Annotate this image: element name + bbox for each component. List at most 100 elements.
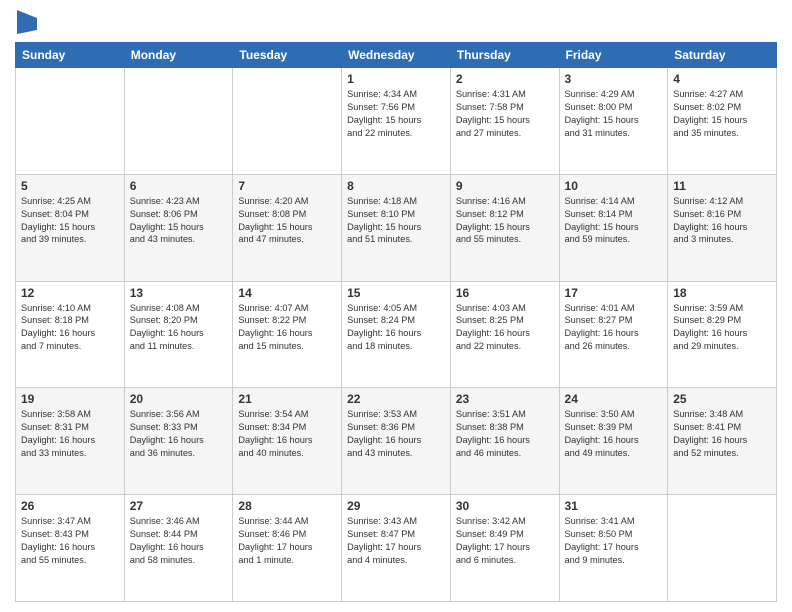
day-number: 29 [347, 499, 445, 513]
calendar-cell: 16 Sunrise: 4:03 AM Sunset: 8:25 PM Dayli… [450, 281, 559, 388]
header [15, 10, 777, 34]
calendar-header-row: SundayMondayTuesdayWednesdayThursdayFrid… [16, 43, 777, 68]
calendar-cell: 15 Sunrise: 4:05 AM Sunset: 8:24 PM Dayli… [342, 281, 451, 388]
day-number: 12 [21, 286, 119, 300]
day-info: Sunrise: 4:20 AM Sunset: 8:08 PM Dayligh… [238, 195, 336, 247]
day-info: Sunrise: 4:05 AM Sunset: 8:24 PM Dayligh… [347, 302, 445, 354]
day-info: Sunrise: 4:27 AM Sunset: 8:02 PM Dayligh… [673, 88, 771, 140]
day-number: 16 [456, 286, 554, 300]
day-number: 20 [130, 392, 228, 406]
calendar-cell: 14 Sunrise: 4:07 AM Sunset: 8:22 PM Dayli… [233, 281, 342, 388]
calendar-cell: 18 Sunrise: 3:59 AM Sunset: 8:29 PM Dayli… [668, 281, 777, 388]
calendar-cell: 3 Sunrise: 4:29 AM Sunset: 8:00 PM Daylig… [559, 68, 668, 175]
calendar-week-3: 12 Sunrise: 4:10 AM Sunset: 8:18 PM Dayli… [16, 281, 777, 388]
day-info: Sunrise: 4:25 AM Sunset: 8:04 PM Dayligh… [21, 195, 119, 247]
day-header-tuesday: Tuesday [233, 43, 342, 68]
calendar-cell [668, 495, 777, 602]
calendar-cell [16, 68, 125, 175]
calendar-cell: 29 Sunrise: 3:43 AM Sunset: 8:47 PM Dayli… [342, 495, 451, 602]
day-info: Sunrise: 4:23 AM Sunset: 8:06 PM Dayligh… [130, 195, 228, 247]
day-info: Sunrise: 3:59 AM Sunset: 8:29 PM Dayligh… [673, 302, 771, 354]
day-info: Sunrise: 3:47 AM Sunset: 8:43 PM Dayligh… [21, 515, 119, 567]
calendar-cell: 22 Sunrise: 3:53 AM Sunset: 8:36 PM Dayli… [342, 388, 451, 495]
calendar-cell: 7 Sunrise: 4:20 AM Sunset: 8:08 PM Daylig… [233, 174, 342, 281]
calendar-cell: 23 Sunrise: 3:51 AM Sunset: 8:38 PM Dayli… [450, 388, 559, 495]
day-info: Sunrise: 4:07 AM Sunset: 8:22 PM Dayligh… [238, 302, 336, 354]
day-number: 6 [130, 179, 228, 193]
calendar-cell: 20 Sunrise: 3:56 AM Sunset: 8:33 PM Dayli… [124, 388, 233, 495]
day-number: 1 [347, 72, 445, 86]
day-info: Sunrise: 4:18 AM Sunset: 8:10 PM Dayligh… [347, 195, 445, 247]
day-info: Sunrise: 4:10 AM Sunset: 8:18 PM Dayligh… [21, 302, 119, 354]
day-info: Sunrise: 3:53 AM Sunset: 8:36 PM Dayligh… [347, 408, 445, 460]
day-number: 24 [565, 392, 663, 406]
day-info: Sunrise: 3:51 AM Sunset: 8:38 PM Dayligh… [456, 408, 554, 460]
day-info: Sunrise: 4:03 AM Sunset: 8:25 PM Dayligh… [456, 302, 554, 354]
day-number: 3 [565, 72, 663, 86]
day-number: 25 [673, 392, 771, 406]
day-info: Sunrise: 3:41 AM Sunset: 8:50 PM Dayligh… [565, 515, 663, 567]
calendar-cell: 31Sunrise: 3:41 AM Sunset: 8:50 PM Dayli… [559, 495, 668, 602]
day-info: Sunrise: 4:16 AM Sunset: 8:12 PM Dayligh… [456, 195, 554, 247]
day-info: Sunrise: 3:50 AM Sunset: 8:39 PM Dayligh… [565, 408, 663, 460]
day-number: 18 [673, 286, 771, 300]
day-info: Sunrise: 4:08 AM Sunset: 8:20 PM Dayligh… [130, 302, 228, 354]
calendar-week-4: 19 Sunrise: 3:58 AM Sunset: 8:31 PM Dayli… [16, 388, 777, 495]
calendar-week-5: 26 Sunrise: 3:47 AM Sunset: 8:43 PM Dayli… [16, 495, 777, 602]
day-header-saturday: Saturday [668, 43, 777, 68]
day-number: 23 [456, 392, 554, 406]
day-number: 14 [238, 286, 336, 300]
day-info: Sunrise: 4:01 AM Sunset: 8:27 PM Dayligh… [565, 302, 663, 354]
calendar-cell: 8 Sunrise: 4:18 AM Sunset: 8:10 PM Daylig… [342, 174, 451, 281]
day-number: 8 [347, 179, 445, 193]
calendar-week-1: 1 Sunrise: 4:34 AM Sunset: 7:56 PM Daylig… [16, 68, 777, 175]
day-number: 9 [456, 179, 554, 193]
calendar-cell: 25Sunrise: 3:48 AM Sunset: 8:41 PM Dayli… [668, 388, 777, 495]
calendar-cell: 4 Sunrise: 4:27 AM Sunset: 8:02 PM Daylig… [668, 68, 777, 175]
logo-icon [17, 10, 37, 34]
calendar-cell: 6 Sunrise: 4:23 AM Sunset: 8:06 PM Daylig… [124, 174, 233, 281]
day-info: Sunrise: 3:44 AM Sunset: 8:46 PM Dayligh… [238, 515, 336, 567]
day-info: Sunrise: 4:14 AM Sunset: 8:14 PM Dayligh… [565, 195, 663, 247]
calendar-cell: 12 Sunrise: 4:10 AM Sunset: 8:18 PM Dayli… [16, 281, 125, 388]
calendar-week-2: 5 Sunrise: 4:25 AM Sunset: 8:04 PM Daylig… [16, 174, 777, 281]
day-number: 17 [565, 286, 663, 300]
calendar-table: SundayMondayTuesdayWednesdayThursdayFrid… [15, 42, 777, 602]
calendar-cell: 5 Sunrise: 4:25 AM Sunset: 8:04 PM Daylig… [16, 174, 125, 281]
day-number: 4 [673, 72, 771, 86]
day-info: Sunrise: 3:43 AM Sunset: 8:47 PM Dayligh… [347, 515, 445, 567]
day-number: 27 [130, 499, 228, 513]
calendar-cell: 24 Sunrise: 3:50 AM Sunset: 8:39 PM Dayli… [559, 388, 668, 495]
calendar-cell: 30Sunrise: 3:42 AM Sunset: 8:49 PM Dayli… [450, 495, 559, 602]
day-number: 30 [456, 499, 554, 513]
day-info: Sunrise: 3:58 AM Sunset: 8:31 PM Dayligh… [21, 408, 119, 460]
day-info: Sunrise: 4:12 AM Sunset: 8:16 PM Dayligh… [673, 195, 771, 247]
calendar-cell: 26 Sunrise: 3:47 AM Sunset: 8:43 PM Dayli… [16, 495, 125, 602]
calendar-cell: 10 Sunrise: 4:14 AM Sunset: 8:14 PM Dayli… [559, 174, 668, 281]
day-number: 2 [456, 72, 554, 86]
day-number: 26 [21, 499, 119, 513]
calendar-cell: 2Sunrise: 4:31 AM Sunset: 7:58 PM Daylig… [450, 68, 559, 175]
day-number: 10 [565, 179, 663, 193]
day-header-sunday: Sunday [16, 43, 125, 68]
day-number: 15 [347, 286, 445, 300]
calendar-cell [233, 68, 342, 175]
logo [15, 10, 37, 34]
day-number: 19 [21, 392, 119, 406]
day-info: Sunrise: 3:56 AM Sunset: 8:33 PM Dayligh… [130, 408, 228, 460]
calendar-cell: 19 Sunrise: 3:58 AM Sunset: 8:31 PM Dayli… [16, 388, 125, 495]
day-header-wednesday: Wednesday [342, 43, 451, 68]
day-header-thursday: Thursday [450, 43, 559, 68]
calendar-cell: 17 Sunrise: 4:01 AM Sunset: 8:27 PM Dayli… [559, 281, 668, 388]
day-number: 11 [673, 179, 771, 193]
day-number: 22 [347, 392, 445, 406]
day-info: Sunrise: 4:29 AM Sunset: 8:00 PM Dayligh… [565, 88, 663, 140]
day-number: 7 [238, 179, 336, 193]
day-info: Sunrise: 4:34 AM Sunset: 7:56 PM Dayligh… [347, 88, 445, 140]
day-number: 5 [21, 179, 119, 193]
day-number: 21 [238, 392, 336, 406]
calendar-cell [124, 68, 233, 175]
day-number: 13 [130, 286, 228, 300]
calendar-cell: 13 Sunrise: 4:08 AM Sunset: 8:20 PM Dayli… [124, 281, 233, 388]
calendar-page: SundayMondayTuesdayWednesdayThursdayFrid… [0, 0, 792, 612]
